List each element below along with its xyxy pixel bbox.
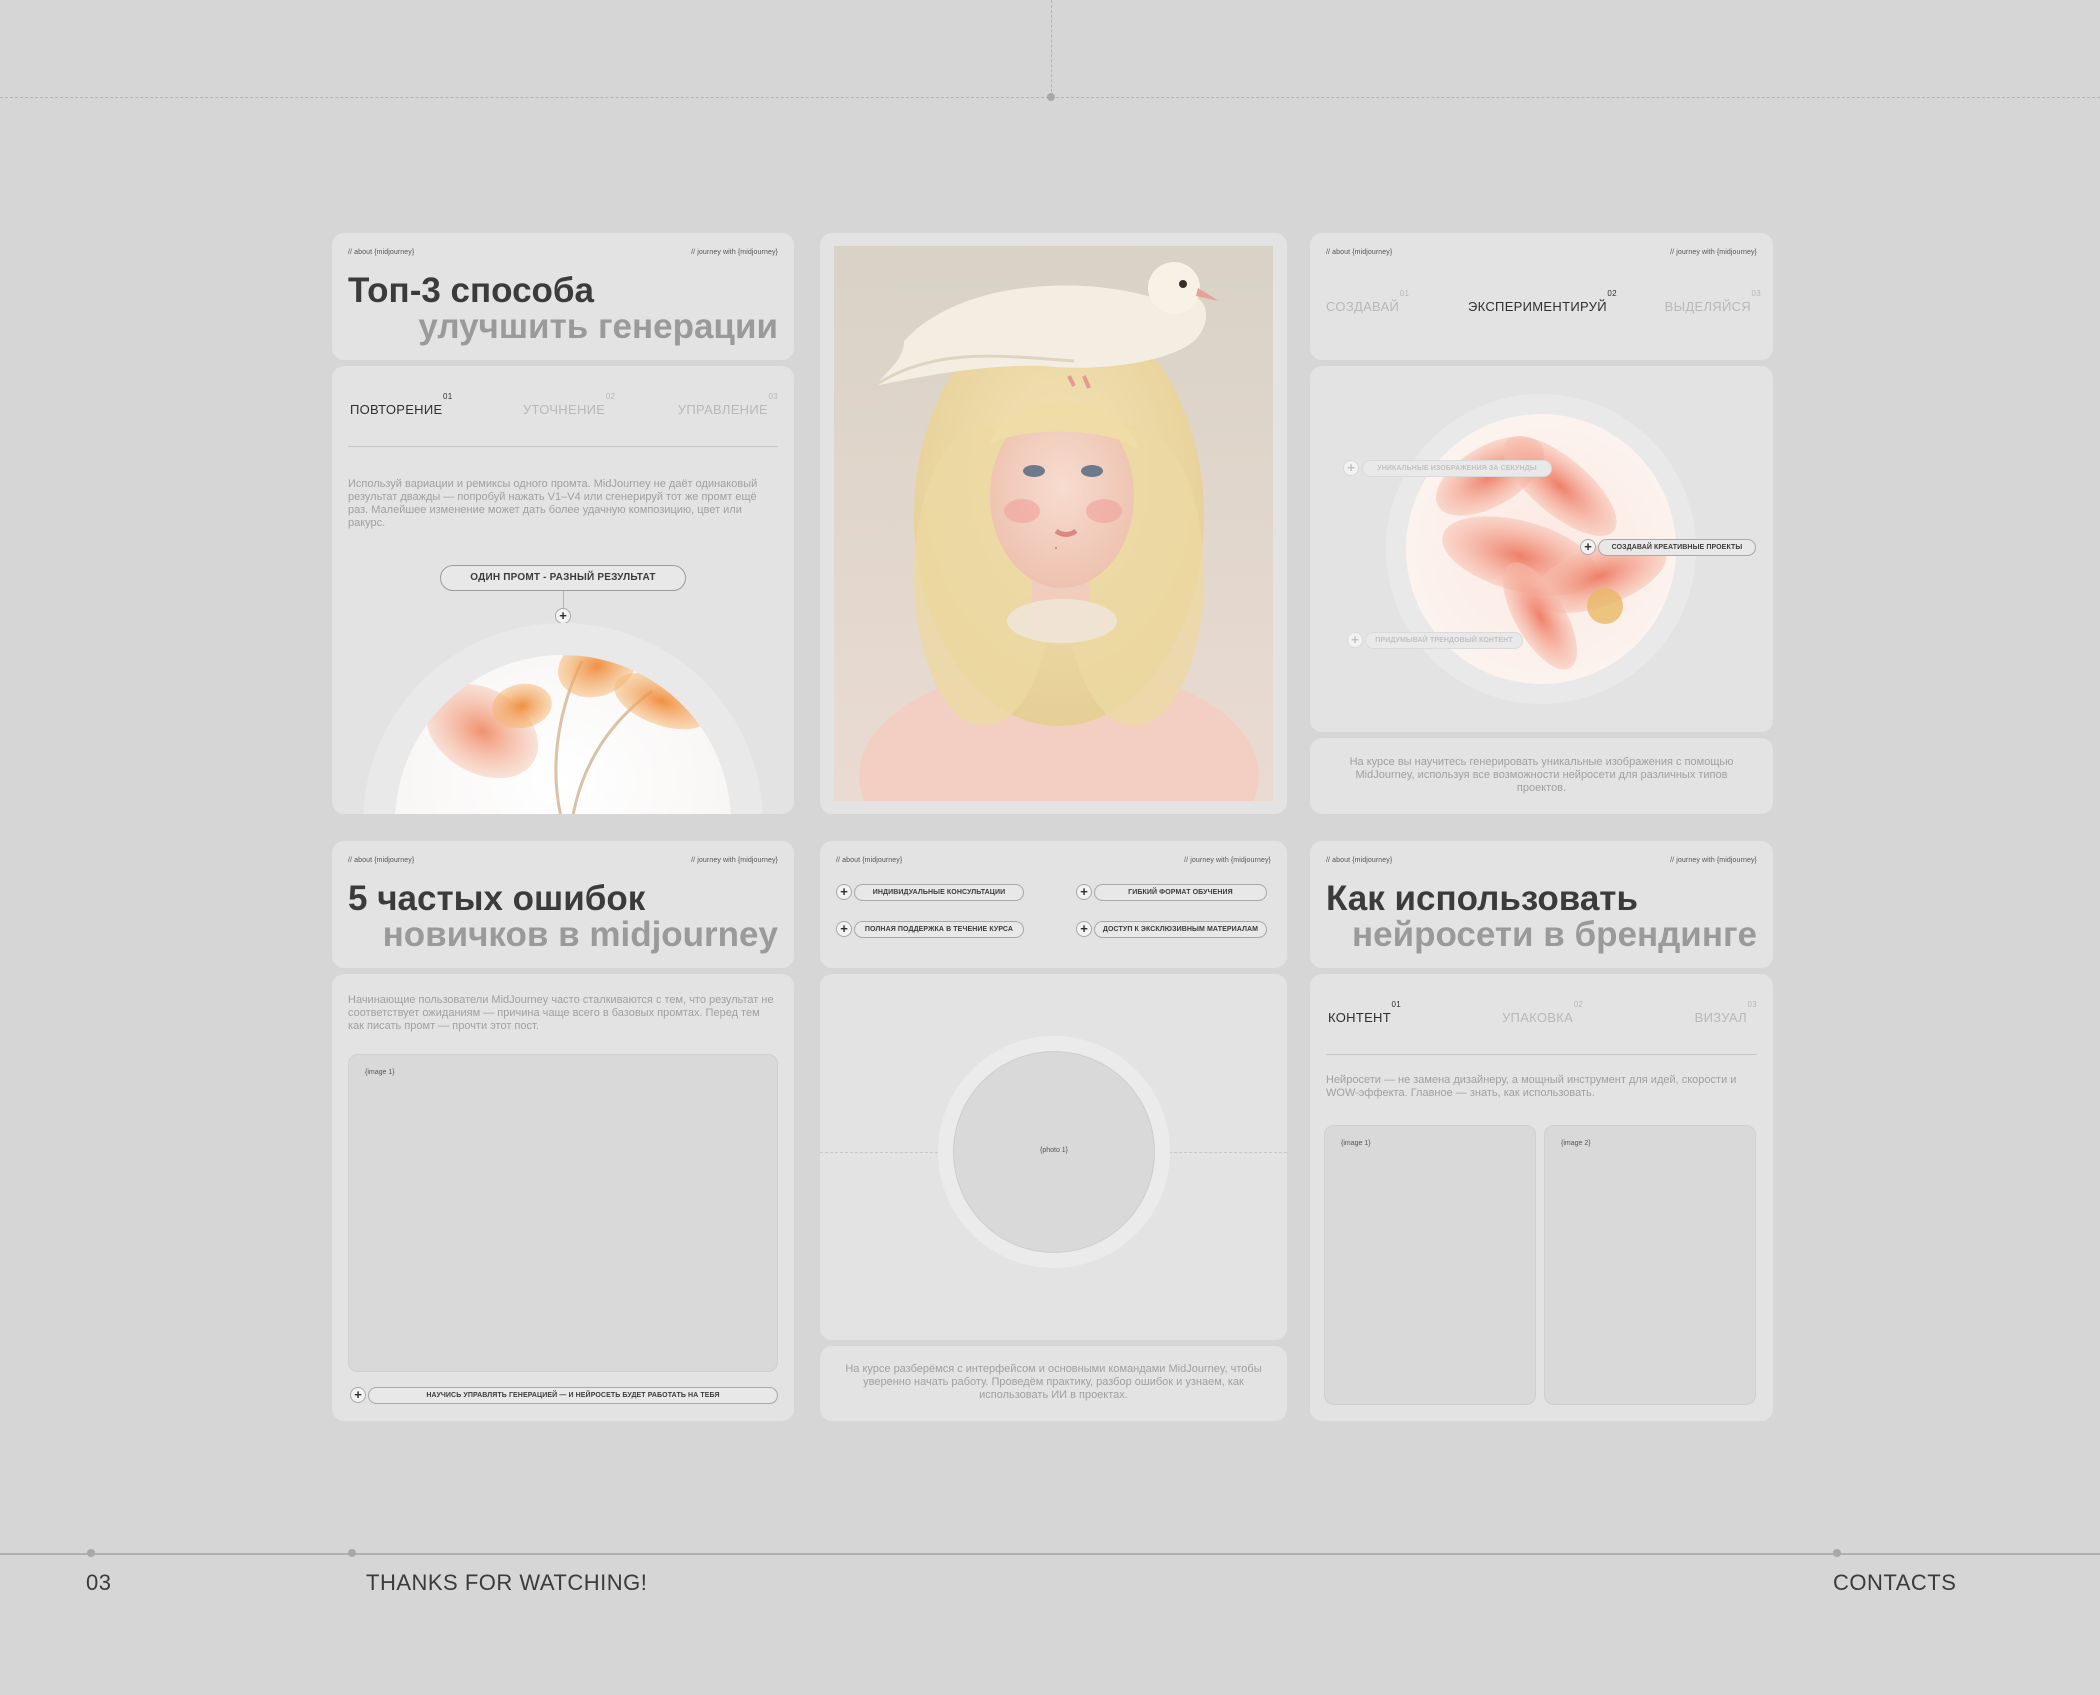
branding-title: Как использовать нейросети в брендинге	[1326, 881, 1757, 953]
branding-text: Нейросети — не замена дизайнеру, а мощны…	[1326, 1074, 1737, 1099]
image-placeholder-1: {image 1}	[1324, 1125, 1536, 1405]
chip-unique-images[interactable]: УНИКАЛЬНЫЕ ИЗОБРАЖЕНИЯ ЗА СЕКУНДЫ	[1362, 460, 1552, 477]
image-placeholder-label: {image 1}	[365, 1069, 395, 1076]
chip-flexible-format[interactable]: ГИБКИЙ ФОРМАТ ОБУЧЕНИЯ	[1094, 884, 1267, 901]
methods-title-panel: // about {midjourney} // journey with {m…	[332, 233, 794, 360]
tag-about: // about {midjourney}	[1326, 857, 1393, 864]
tab-create[interactable]: СОЗДАВАЙ 01	[1326, 289, 1409, 314]
methods-title-line2: улучшить генерации	[418, 307, 778, 346]
tab-content[interactable]: КОНТЕНТ 01	[1328, 1000, 1401, 1025]
image-placeholder-1: {image 1}	[348, 1054, 778, 1372]
plus-icon[interactable]: +	[1076, 921, 1092, 937]
chip-consultations[interactable]: ИНДИВИДУАЛЬНЫЕ КОНСУЛЬТАЦИИ	[854, 884, 1024, 901]
tag-about: // about {midjourney}	[348, 249, 415, 256]
methods-title: Топ-3 способа улучшить генерации	[348, 273, 778, 345]
tag-journey: // journey with {midjourney}	[1670, 857, 1757, 864]
branding-title-line2: нейросети в брендинге	[1351, 915, 1757, 954]
methods-title-line1: Топ-3 способа	[348, 271, 594, 310]
plus-icon[interactable]: +	[836, 884, 852, 900]
plus-icon[interactable]: +	[350, 1387, 366, 1403]
tag-journey: // journey with {midjourney}	[1184, 857, 1271, 864]
contacts-link[interactable]: CONTACTS	[1833, 1570, 1956, 1596]
footer-dot	[1833, 1549, 1841, 1557]
mistakes-title: 5 частых ошибок новичков в midjourney	[348, 881, 778, 953]
footer-line	[0, 1553, 2100, 1555]
plus-icon[interactable]: +	[1076, 884, 1092, 900]
methods-body-panel: ПОВТОРЕНИЕ 01 УТОЧНЕНИЕ 02 УПРАВЛЕНИЕ 03 Ис…	[332, 366, 794, 814]
branding-tabs: КОНТЕНТ 01 УПАКОВКА 02 ВИЗУАЛ 03	[1326, 1000, 1757, 1040]
course-text-panel: На курсе разберёмся с интерфейсом и осно…	[820, 1346, 1287, 1421]
footer-dot	[348, 1549, 356, 1557]
branding-title-panel: // about {midjourney} // journey with {m…	[1310, 841, 1773, 968]
plus-icon[interactable]: +	[1343, 460, 1359, 476]
mistakes-body-panel: Начинающие пользователи MidJourney часто…	[332, 974, 794, 1421]
chip-creative-projects[interactable]: СОЗДАВАЙ КРЕАТИВНЫЕ ПРОЕКТЫ	[1598, 539, 1756, 556]
experiment-tabs-panel: // about {midjourney} // journey with {m…	[1310, 233, 1773, 360]
thanks-link[interactable]: THANKS FOR WATCHING!	[366, 1570, 647, 1596]
plus-icon[interactable]: +	[1347, 632, 1363, 648]
photo-placeholder-label: {photo 1}	[1039, 1147, 1069, 1154]
mistakes-text: Начинающие пользователи MidJourney часто…	[348, 994, 774, 1032]
tag-journey: // journey with {midjourney}	[1670, 249, 1757, 256]
branding-body-panel: КОНТЕНТ 01 УПАКОВКА 02 ВИЗУАЛ 03 Нейросети …	[1310, 974, 1773, 1421]
tag-about: // about {midjourney}	[348, 857, 415, 864]
tab-control[interactable]: УПРАВЛЕНИЕ 03	[678, 392, 778, 417]
tag-about: // about {midjourney}	[836, 857, 903, 864]
mistakes-title-line1: 5 частых ошибок	[348, 879, 646, 918]
chip-control-generation[interactable]: НАУЧИСЬ УПРАВЛЯТЬ ГЕНЕРАЦИЕЙ — И НЕЙРОСЕ…	[368, 1387, 778, 1404]
photo-placeholder: {photo 1}	[953, 1051, 1155, 1253]
flower-half-circle-image	[363, 623, 763, 814]
methods-tabs: ПОВТОРЕНИЕ 01 УТОЧНЕНИЕ 02 УПРАВЛЕНИЕ 03	[348, 392, 778, 432]
portrait-dove-image	[834, 246, 1273, 801]
footer-dot	[87, 1549, 95, 1557]
tag-journey: // journey with {midjourney}	[691, 249, 778, 256]
plus-icon[interactable]: +	[836, 921, 852, 937]
plus-icon[interactable]: +	[1580, 539, 1596, 555]
tab-visual[interactable]: ВИЗУАЛ 03	[1695, 1000, 1757, 1025]
experiment-text: На курсе вы научитесь генерировать уника…	[1349, 756, 1734, 794]
tab-repeat[interactable]: ПОВТОРЕНИЕ 01	[350, 392, 452, 417]
tag-journey: // journey with {midjourney}	[691, 857, 778, 864]
guide-dot	[1047, 93, 1055, 101]
mistakes-title-line2: новичков в midjourney	[382, 915, 778, 954]
branding-title-line1: Как использовать	[1326, 879, 1638, 918]
chip-support[interactable]: ПОЛНАЯ ПОДДЕРЖКА В ТЕЧЕНИЕ КУРСА	[854, 921, 1024, 938]
image-placeholder-2: {image 2}	[1544, 1125, 1756, 1405]
chip-trend-content[interactable]: ПРИДУМЫВАЙ ТРЕНДОВЫЙ КОНТЕНТ	[1365, 632, 1523, 649]
course-text: На курсе разберёмся с интерфейсом и осно…	[845, 1363, 1262, 1401]
tab-experiment[interactable]: ЭКСПЕРИМЕНТИРУЙ 02	[1468, 289, 1617, 314]
tag-about: // about {midjourney}	[1326, 249, 1393, 256]
image-placeholder-label: {image 1}	[1341, 1140, 1371, 1147]
tab-refine[interactable]: УТОЧНЕНИЕ 02	[523, 392, 615, 417]
methods-text: Используй вариации и ремиксы одного пром…	[348, 478, 758, 529]
experiment-flower-panel: + УНИКАЛЬНЫЕ ИЗОБРАЖЕНИЯ ЗА СЕКУНДЫ + СО…	[1310, 366, 1773, 732]
image-placeholder-label: {image 2}	[1561, 1140, 1591, 1147]
tab-underline	[348, 446, 778, 447]
tab-underline	[1326, 1054, 1757, 1055]
portrait-photo-panel	[820, 233, 1287, 814]
mistakes-title-panel: // about {midjourney} // journey with {m…	[332, 841, 794, 968]
chip-exclusive-materials[interactable]: ДОСТУП К ЭКСКЛЮЗИВНЫМ МАТЕРИАЛАМ	[1094, 921, 1267, 938]
tab-packaging[interactable]: УПАКОВКА 02	[1502, 1000, 1583, 1025]
experiment-text-panel: На курсе вы научитесь генерировать уника…	[1310, 738, 1773, 814]
tab-stand-out[interactable]: ВЫДЕЛЯЙСЯ 03	[1665, 289, 1761, 314]
one-prompt-pill[interactable]: ОДИН ПРОМТ - РАЗНЫЙ РЕЗУЛЬТАТ	[440, 565, 686, 591]
experiment-tabs: СОЗДАВАЙ 01 ЭКСПЕРИМЕНТИРУЙ 02 ВЫДЕЛЯЙСЯ 03	[1326, 289, 1761, 329]
course-chips-panel: // about {midjourney} // journey with {m…	[820, 841, 1287, 968]
page-number: 03	[86, 1570, 112, 1595]
guide-vertical	[1051, 0, 1052, 97]
course-photo-panel: {photo 1}	[820, 974, 1287, 1340]
